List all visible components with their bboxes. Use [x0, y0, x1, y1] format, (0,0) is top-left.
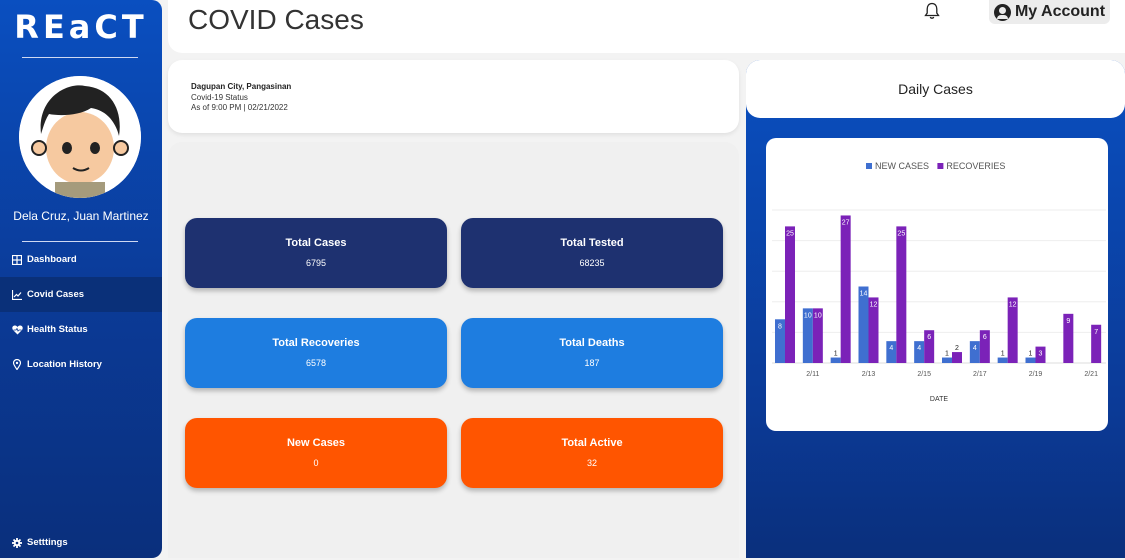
my-account-label: My Account — [1014, 3, 1106, 20]
sidebar-item-label: Setttings — [27, 537, 68, 548]
legend-swatch — [937, 163, 944, 169]
stat-card-total-deaths: Total Deaths 187 — [461, 318, 723, 388]
data-label: 10 — [804, 312, 812, 319]
sidebar-item-location-history[interactable]: Location History — [0, 347, 162, 382]
daily-cases-title: Daily Cases — [898, 81, 973, 97]
bar — [858, 286, 869, 363]
dashboard-grid-icon — [10, 254, 24, 265]
data-label: 4 — [973, 345, 977, 352]
data-label: 1 — [1001, 351, 1005, 358]
data-label: 10 — [814, 312, 822, 319]
stat-card-total-tested: Total Tested 68235 — [461, 218, 723, 288]
map-pin-icon — [10, 359, 24, 370]
data-label: 25 — [786, 230, 794, 237]
line-chart-icon — [10, 289, 24, 300]
data-label: 1 — [1029, 351, 1033, 358]
app-logo: REaCT — [14, 8, 148, 46]
x-tick-label: 2/19 — [1029, 371, 1043, 378]
data-label: 8 — [778, 323, 782, 330]
user-name: Dela Cruz, Juan Martinez — [13, 209, 149, 223]
sidebar-item-label: Health Status — [27, 324, 88, 335]
legend-swatch — [866, 163, 872, 169]
bar — [785, 226, 795, 363]
data-label: 4 — [917, 345, 921, 352]
stat-label: Total Cases — [285, 237, 347, 249]
stat-label: Total Recoveries — [272, 337, 360, 349]
stat-value: 187 — [584, 358, 600, 368]
bar — [952, 352, 962, 363]
sidebar-item-covid-cases[interactable]: Covid Cases — [0, 277, 162, 312]
data-label: 14 — [860, 291, 868, 298]
bar — [942, 357, 952, 363]
stat-value: 32 — [586, 458, 597, 468]
data-label: 12 — [1009, 301, 1017, 308]
stat-card-new-cases: New Cases 0 — [185, 418, 447, 488]
x-tick-label: 2/21 — [1084, 371, 1098, 378]
page-title: COVID Cases — [188, 4, 364, 35]
stat-value: 0 — [313, 458, 319, 468]
sidebar-item-health-status[interactable]: Health Status — [0, 312, 162, 347]
data-label: 9 — [1066, 318, 1070, 325]
daily-cases-chart: NEW CASES RECOVERIES 8 25 10 10 2/11 1 27 14 12 2/1… — [766, 138, 1108, 431]
sidebar: REaCT Dela Cruz, Juan Martinez Dashboard… — [0, 0, 162, 558]
sidebar-item-label: Location History — [27, 359, 102, 370]
data-label: 7 — [1094, 329, 1098, 336]
user-circle-icon — [993, 3, 1011, 21]
stat-value: 68235 — [579, 258, 605, 268]
stat-label: New Cases — [286, 437, 346, 449]
stat-value: 6578 — [305, 358, 327, 368]
bar-chart: NEW CASES RECOVERIES82510 102/1112714122/1… — [772, 161, 1106, 403]
data-label: 6 — [983, 334, 987, 341]
bar — [840, 215, 851, 363]
stats-panel: Total Cases 6795 Total Tested 68235 Tota… — [168, 142, 739, 558]
bar — [997, 357, 1008, 363]
data-label: 1 — [834, 351, 838, 358]
sidebar-item-label: Dashboard — [27, 254, 77, 265]
stat-label: Total Tested — [560, 237, 624, 249]
x-tick-label: 2/11 — [806, 371, 819, 378]
sidebar-item-label: Covid Cases — [27, 289, 85, 300]
bar — [830, 357, 841, 363]
x-tick-label: 2/17 — [973, 371, 987, 378]
location-status: Covid-19 Status — [191, 93, 248, 102]
heartbeat-icon — [10, 325, 24, 335]
notification-bell-icon[interactable] — [924, 2, 940, 25]
daily-cases-header: Daily Cases — [746, 60, 1125, 118]
data-label: 25 — [897, 230, 905, 237]
stat-card-total-recoveries: Total Recoveries 6578 — [185, 318, 447, 388]
x-axis-title: DATE — [930, 396, 948, 403]
bar — [896, 226, 907, 363]
x-tick-label: 2/13 — [862, 371, 876, 378]
gear-icon — [10, 537, 24, 548]
data-label: 2 — [955, 345, 959, 352]
stat-card-total-active: Total Active 32 — [461, 418, 723, 488]
x-tick-label: 2/15 — [917, 371, 931, 378]
location-city: Dagupan City, Pangasinan — [191, 82, 292, 91]
data-label: 3 — [1039, 351, 1043, 358]
divider — [22, 57, 138, 58]
data-label: 6 — [927, 334, 931, 341]
sidebar-item-dashboard[interactable]: Dashboard — [0, 242, 162, 277]
location-card: Dagupan City, Pangasinan Covid-19 Status… — [168, 60, 739, 133]
stat-label: Total Active — [561, 437, 623, 449]
location-as-of: As of 9:00 PM | 02/21/2022 — [191, 103, 288, 112]
sidebar-item-settings[interactable]: Setttings — [0, 525, 162, 560]
stat-value: 6795 — [305, 258, 327, 268]
my-account-button[interactable]: My Account — [989, 0, 1110, 24]
data-label: 1 — [945, 351, 949, 358]
data-label: 4 — [889, 345, 893, 352]
legend-label: NEW CASES — [875, 161, 929, 171]
avatar — [19, 76, 141, 198]
data-label: 12 — [870, 301, 878, 308]
stat-card-total-cases: Total Cases 6795 — [185, 218, 447, 288]
stat-label: Total Deaths — [559, 337, 625, 349]
data-label: 27 — [842, 219, 850, 226]
legend-label: RECOVERIES — [946, 161, 1005, 171]
bar — [1025, 357, 1036, 363]
